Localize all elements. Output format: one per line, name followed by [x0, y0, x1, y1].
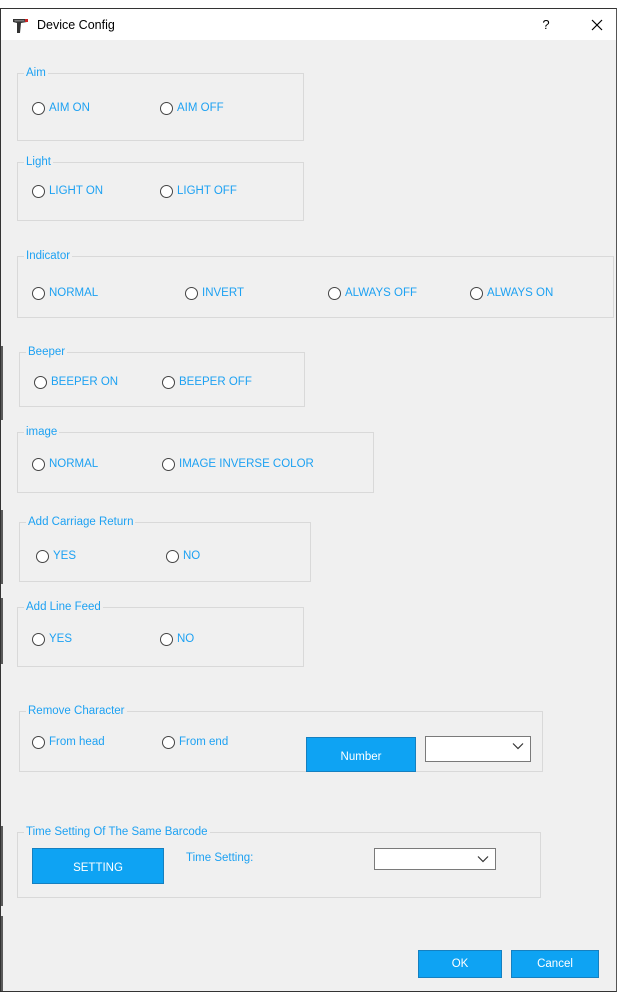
radio-circle: [160, 102, 173, 115]
radio-circle: [185, 287, 198, 300]
radio-circle: [32, 102, 45, 115]
carriage-return-group: Add Carriage Return YES NO: [19, 515, 311, 582]
radio-circle: [36, 550, 49, 563]
barcode-scanner-icon: [13, 19, 28, 33]
carriage-yes-label: YES: [53, 550, 77, 562]
radio-circle: [162, 736, 175, 749]
image-inverse-label: IMAGE INVERSE COLOR: [179, 458, 314, 470]
linefeed-yes-label: YES: [49, 633, 73, 645]
time-setting-legend: Time Setting Of The Same Barcode: [24, 825, 210, 839]
radio-circle: [32, 458, 45, 471]
light-legend: Light: [24, 155, 53, 169]
image-normal-label: NORMAL: [49, 458, 99, 470]
sidebar-divider: [1, 826, 3, 906]
linefeed-no-label: NO: [177, 633, 195, 645]
ok-button[interactable]: OK: [418, 950, 502, 978]
radio-circle: [32, 287, 45, 300]
remove-from-head-label: From head: [49, 736, 105, 748]
number-button[interactable]: Number: [306, 737, 416, 772]
radio-circle: [32, 736, 45, 749]
carriage-no-label: NO: [183, 550, 201, 562]
indicator-legend: Indicator: [24, 249, 73, 263]
indicator-always-on-label: ALWAYS ON: [487, 287, 554, 299]
radio-circle: [32, 633, 45, 646]
remove-character-legend: Remove Character: [26, 704, 127, 718]
radio-circle: [162, 376, 175, 389]
sidebar-divider: [1, 598, 3, 664]
radio-circle: [328, 287, 341, 300]
remove-character-group: Remove Character From head From end Numb…: [19, 704, 543, 772]
chevron-down-icon: [477, 856, 489, 863]
light-off-label: LIGHT OFF: [177, 185, 237, 197]
line-feed-legend: Add Line Feed: [24, 600, 103, 614]
radio-circle: [34, 376, 47, 389]
beeper-legend: Beeper: [26, 345, 68, 359]
radio-circle: [160, 185, 173, 198]
sidebar-divider: [1, 346, 3, 420]
image-group: image NORMAL IMAGE INVERSE COLOR: [17, 425, 374, 493]
indicator-group: Indicator NORMAL INVERT ALWAYS OFF ALWAY…: [17, 249, 614, 318]
light-group: Light LIGHT ON LIGHT OFF: [17, 155, 304, 221]
aim-legend: Aim: [24, 66, 48, 80]
close-icon[interactable]: [583, 12, 611, 38]
setting-button[interactable]: SETTING: [32, 848, 164, 884]
beeper-on-label: BEEPER ON: [51, 376, 119, 388]
indicator-invert-label: INVERT: [202, 287, 244, 299]
indicator-normal-label: NORMAL: [49, 287, 99, 299]
beeper-group: Beeper BEEPER ON BEEPER OFF: [19, 345, 305, 407]
remove-from-end-label: From end: [179, 736, 229, 748]
sidebar-divider: [1, 510, 3, 584]
sidebar-divider: [1, 916, 3, 991]
image-legend: image: [24, 425, 60, 439]
title-bar: Device Config ?: [1, 9, 616, 40]
radio-circle: [160, 633, 173, 646]
client-area: Aim AIM ON AIM OFF Light LIGHT ON LIGHT …: [1, 40, 616, 991]
aim-off-label: AIM OFF: [177, 102, 224, 114]
light-on-label: LIGHT ON: [49, 185, 104, 197]
carriage-return-legend: Add Carriage Return: [26, 515, 136, 529]
radio-circle: [32, 185, 45, 198]
number-select[interactable]: [425, 736, 531, 762]
window-title: Device Config: [37, 18, 115, 32]
line-feed-group: Add Line Feed YES NO: [17, 600, 304, 667]
radio-circle: [166, 550, 179, 563]
time-setting-select[interactable]: [374, 848, 496, 870]
radio-circle: [470, 287, 483, 300]
time-setting-label: Time Setting:: [186, 852, 254, 864]
time-setting-group: Time Setting Of The Same Barcode SETTING…: [17, 825, 541, 898]
indicator-always-off-label: ALWAYS OFF: [345, 287, 417, 299]
beeper-off-label: BEEPER OFF: [179, 376, 252, 388]
chevron-down-icon: [512, 743, 524, 750]
device-config-window: Device Config ? Aim AIM ON AIM OFF Light: [0, 8, 617, 992]
help-button[interactable]: ?: [534, 13, 558, 37]
radio-circle: [162, 458, 175, 471]
aim-on-label: AIM ON: [49, 102, 90, 114]
cancel-button[interactable]: Cancel: [511, 950, 599, 978]
aim-group: Aim AIM ON AIM OFF: [17, 66, 304, 141]
